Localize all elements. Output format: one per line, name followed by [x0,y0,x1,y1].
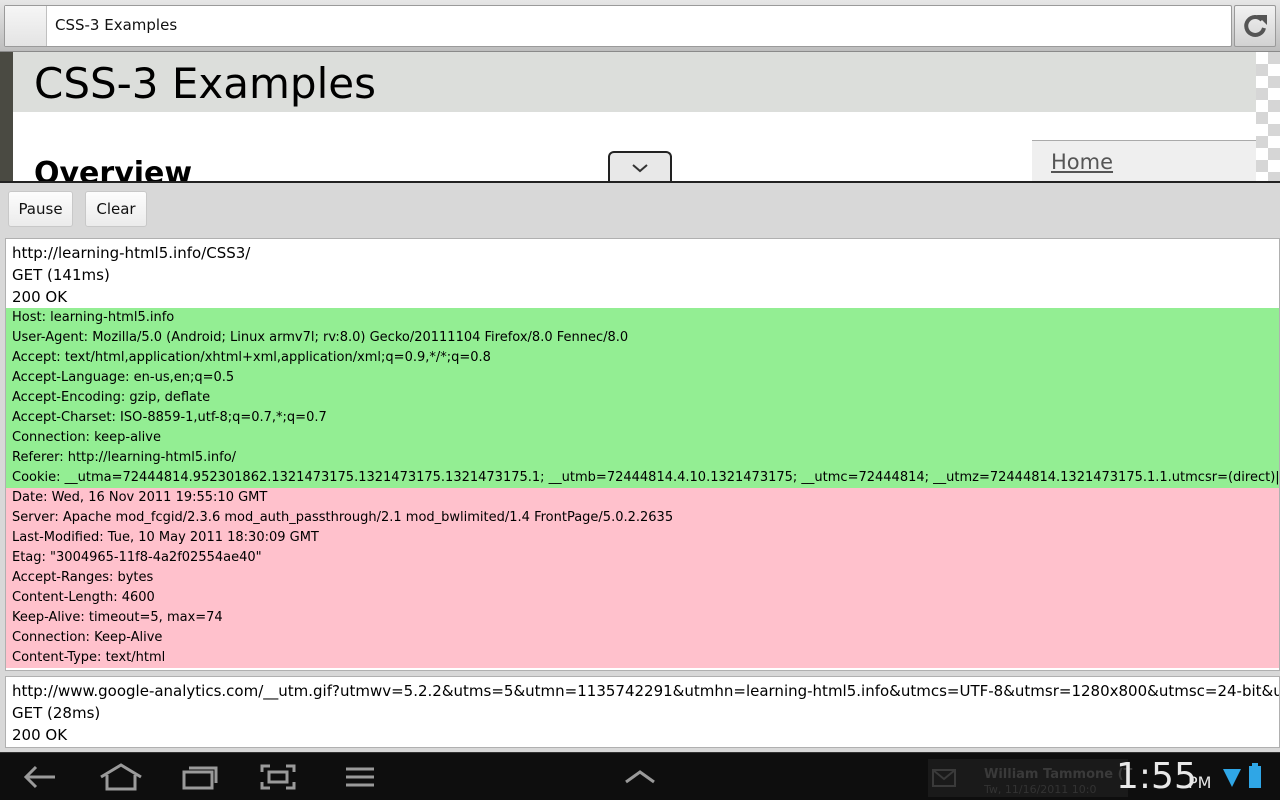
page-heading: CSS-3 Examples [34,59,376,108]
page-right-pattern [1256,52,1280,182]
system-bar: William Tammone (T Tw, 11/16/2011 10:0 1… [0,752,1280,800]
request-header-line: User-Agent: Mozilla/5.0 (Android; Linux … [12,330,629,345]
request-entry[interactable]: http://learning-html5.info/CSS3/ GET (14… [5,238,1280,671]
clock-time[interactable]: 1:55 [1116,756,1197,797]
home-icon [100,763,142,791]
clock-ampm: PM [1188,773,1212,792]
menu-button[interactable] [340,761,380,793]
recent-apps-icon [182,766,218,790]
response-header-line: Keep-Alive: timeout=5, max=74 [12,610,223,625]
screenshot-icon [260,764,296,790]
response-header-line: Content-Type: text/html [12,650,166,665]
chevron-up-icon [625,770,655,784]
request-header-line: Connection: keep-alive [12,430,161,445]
page-left-border [0,52,13,182]
url-bar: CSS-3 Examples [0,0,1280,52]
clear-button[interactable]: Clear [85,191,147,227]
recent-apps-button[interactable] [180,761,220,793]
notification-sender: William Tammone (T [984,767,1133,782]
request-header-line: Accept-Encoding: gzip, deflate [12,390,211,405]
request-header-line: Cookie: __utma=72444814.952301862.132147… [12,470,1279,485]
email-icon [932,769,956,787]
screenshot-button[interactable] [258,761,298,793]
home-button[interactable] [98,761,144,793]
response-header-line: Date: Wed, 16 Nov 2011 19:55:10 GMT [12,490,268,505]
request-header-line: Accept-Charset: ISO-8859-1,utf-8;q=0.7,*… [12,410,327,425]
battery-icon [1249,763,1261,788]
request-header-line: Accept-Language: en-us,en;q=0.5 [12,370,235,385]
request-header-line: Host: learning-html5.info [12,310,175,325]
collapse-panel-handle[interactable] [608,151,672,183]
request-entry[interactable]: http://www.google-analytics.com/__utm.gi… [5,676,1280,748]
wifi-icon [1223,769,1241,787]
page-subheading: Overview [34,156,193,182]
site-identity-button[interactable] [5,6,47,46]
request-status: 200 OK [12,726,68,744]
response-header-line: Accept-Ranges: bytes [12,570,154,585]
network-console: Pause Clear http://learning-html5.info/C… [0,183,1280,752]
page-title-text: CSS-3 Examples [55,16,178,34]
reload-icon [1244,14,1267,37]
menu-icon [346,767,374,787]
request-method: GET (28ms) [12,704,101,722]
page-nav: Home [1032,140,1256,182]
url-field[interactable]: CSS-3 Examples [4,5,1232,47]
show-panel-button[interactable] [620,761,660,793]
request-headers: Host: learning-html5.info User-Agent: Mo… [6,308,1279,488]
request-header-line: Referer: http://learning-html5.info/ [12,450,237,465]
notification-detail: Tw, 11/16/2011 10:0 [984,783,1097,796]
response-header-line: Connection: Keep-Alive [12,630,163,645]
response-header-line: Etag: "3004965-11f8-4a2f02554ae40" [12,550,262,565]
request-status: 200 OK [12,288,68,306]
request-url: http://learning-html5.info/CSS3/ [12,244,251,262]
notification-preview[interactable]: William Tammone (T Tw, 11/16/2011 10:0 [928,759,1132,797]
back-button[interactable] [20,761,60,793]
reload-button[interactable] [1234,5,1276,47]
request-url: http://www.google-analytics.com/__utm.gi… [12,682,1280,700]
response-header-line: Last-Modified: Tue, 10 May 2011 18:30:09… [12,530,319,545]
pause-button[interactable]: Pause [8,191,73,227]
request-header-line: Accept: text/html,application/xhtml+xml,… [12,350,491,365]
nav-home-link[interactable]: Home [1051,150,1113,174]
response-header-line: Server: Apache mod_fcgid/2.3.6 mod_auth_… [12,510,674,525]
response-headers: Date: Wed, 16 Nov 2011 19:55:10 GMT Serv… [6,488,1279,668]
chevron-down-icon [632,164,648,173]
response-header-line: Content-Length: 4600 [12,590,155,605]
back-icon [23,765,55,789]
request-method: GET (141ms) [12,266,110,284]
